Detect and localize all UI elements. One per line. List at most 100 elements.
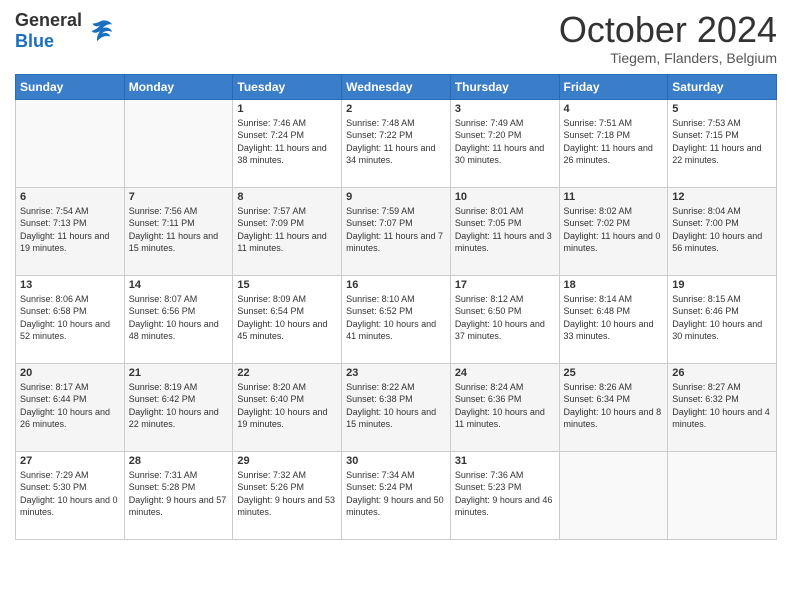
day-sunrise: Sunrise: 7:31 AM [129,470,198,480]
day-daylight: Daylight: 11 hours and 15 minutes. [129,231,218,254]
day-sunrise: Sunrise: 7:34 AM [346,470,415,480]
calendar-cell: 27 Sunrise: 7:29 AM Sunset: 5:30 PM Dayl… [16,451,125,539]
day-sunset: Sunset: 5:26 PM [237,482,304,492]
day-sunset: Sunset: 7:11 PM [129,218,195,228]
day-sunset: Sunset: 6:38 PM [346,394,413,404]
calendar-cell: 20 Sunrise: 8:17 AM Sunset: 6:44 PM Dayl… [16,363,125,451]
day-number: 16 [346,279,446,291]
day-sunrise: Sunrise: 7:46 AM [237,118,306,128]
logo-blue: Blue [15,31,54,51]
calendar-cell: 14 Sunrise: 8:07 AM Sunset: 6:56 PM Dayl… [124,275,233,363]
calendar-cell: 23 Sunrise: 8:22 AM Sunset: 6:38 PM Dayl… [342,363,451,451]
day-daylight: Daylight: 9 hours and 50 minutes. [346,495,444,518]
header-wednesday: Wednesday [342,74,451,99]
day-sunrise: Sunrise: 7:29 AM [20,470,89,480]
day-daylight: Daylight: 10 hours and 33 minutes. [564,319,654,342]
calendar-cell: 13 Sunrise: 8:06 AM Sunset: 6:58 PM Dayl… [16,275,125,363]
day-daylight: Daylight: 11 hours and 7 minutes. [346,231,443,254]
header-sunday: Sunday [16,74,125,99]
day-number: 20 [20,367,120,379]
day-sunrise: Sunrise: 8:19 AM [129,382,198,392]
day-number: 14 [129,279,229,291]
day-daylight: Daylight: 10 hours and 56 minutes. [672,231,762,254]
title-block: October 2024 Tiegem, Flanders, Belgium [559,10,777,66]
week-row-1: 1 Sunrise: 7:46 AM Sunset: 7:24 PM Dayli… [16,99,777,187]
day-sunrise: Sunrise: 8:24 AM [455,382,524,392]
day-daylight: Daylight: 10 hours and 45 minutes. [237,319,327,342]
day-sunrise: Sunrise: 8:22 AM [346,382,415,392]
day-sunset: Sunset: 6:40 PM [237,394,304,404]
day-number: 9 [346,191,446,203]
calendar-cell: 29 Sunrise: 7:32 AM Sunset: 5:26 PM Dayl… [233,451,342,539]
header-tuesday: Tuesday [233,74,342,99]
day-sunrise: Sunrise: 8:20 AM [237,382,306,392]
day-number: 26 [672,367,772,379]
day-daylight: Daylight: 10 hours and 19 minutes. [237,407,327,430]
day-sunrise: Sunrise: 7:56 AM [129,206,198,216]
day-sunset: Sunset: 6:44 PM [20,394,87,404]
day-number: 24 [455,367,555,379]
day-sunset: Sunset: 6:42 PM [129,394,196,404]
calendar-cell [16,99,125,187]
day-daylight: Daylight: 10 hours and 15 minutes. [346,407,436,430]
week-row-3: 13 Sunrise: 8:06 AM Sunset: 6:58 PM Dayl… [16,275,777,363]
day-daylight: Daylight: 10 hours and 0 minutes. [20,495,118,518]
day-daylight: Daylight: 11 hours and 0 minutes. [564,231,661,254]
logo-general: General [15,10,82,30]
day-daylight: Daylight: 10 hours and 8 minutes. [564,407,662,430]
day-number: 4 [564,103,664,115]
day-sunset: Sunset: 6:48 PM [564,306,631,316]
day-sunset: Sunset: 7:07 PM [346,218,413,228]
day-sunset: Sunset: 7:20 PM [455,130,522,140]
calendar-cell [559,451,668,539]
calendar-cell: 8 Sunrise: 7:57 AM Sunset: 7:09 PM Dayli… [233,187,342,275]
day-number: 11 [564,191,664,203]
day-sunset: Sunset: 6:52 PM [346,306,413,316]
day-daylight: Daylight: 11 hours and 26 minutes. [564,143,653,166]
day-number: 30 [346,455,446,467]
day-sunrise: Sunrise: 7:54 AM [20,206,89,216]
calendar-cell: 25 Sunrise: 8:26 AM Sunset: 6:34 PM Dayl… [559,363,668,451]
day-sunrise: Sunrise: 8:15 AM [672,294,741,304]
day-sunrise: Sunrise: 8:17 AM [20,382,89,392]
day-sunset: Sunset: 6:36 PM [455,394,522,404]
day-daylight: Daylight: 9 hours and 46 minutes. [455,495,553,518]
day-number: 3 [455,103,555,115]
day-number: 21 [129,367,229,379]
day-sunrise: Sunrise: 8:12 AM [455,294,524,304]
header-friday: Friday [559,74,668,99]
day-number: 10 [455,191,555,203]
day-sunset: Sunset: 5:28 PM [129,482,196,492]
day-daylight: Daylight: 10 hours and 41 minutes. [346,319,436,342]
day-sunset: Sunset: 7:00 PM [672,218,739,228]
day-sunrise: Sunrise: 7:57 AM [237,206,306,216]
header-monday: Monday [124,74,233,99]
day-number: 6 [20,191,120,203]
day-number: 27 [20,455,120,467]
calendar-cell: 12 Sunrise: 8:04 AM Sunset: 7:00 PM Dayl… [668,187,777,275]
day-daylight: Daylight: 11 hours and 3 minutes. [455,231,552,254]
day-number: 2 [346,103,446,115]
logo-text: General Blue [15,10,82,52]
day-daylight: Daylight: 11 hours and 19 minutes. [20,231,109,254]
day-daylight: Daylight: 11 hours and 22 minutes. [672,143,761,166]
day-number: 1 [237,103,337,115]
calendar-cell: 10 Sunrise: 8:01 AM Sunset: 7:05 PM Dayl… [450,187,559,275]
day-sunset: Sunset: 6:46 PM [672,306,739,316]
weekday-header-row: Sunday Monday Tuesday Wednesday Thursday… [16,74,777,99]
calendar-cell: 30 Sunrise: 7:34 AM Sunset: 5:24 PM Dayl… [342,451,451,539]
calendar-cell: 3 Sunrise: 7:49 AM Sunset: 7:20 PM Dayli… [450,99,559,187]
day-number: 5 [672,103,772,115]
calendar-cell: 17 Sunrise: 8:12 AM Sunset: 6:50 PM Dayl… [450,275,559,363]
day-sunrise: Sunrise: 8:06 AM [20,294,89,304]
day-sunset: Sunset: 5:23 PM [455,482,522,492]
day-sunset: Sunset: 7:18 PM [564,130,631,140]
calendar-table: Sunday Monday Tuesday Wednesday Thursday… [15,74,777,540]
day-daylight: Daylight: 10 hours and 37 minutes. [455,319,545,342]
day-sunset: Sunset: 7:15 PM [672,130,739,140]
week-row-2: 6 Sunrise: 7:54 AM Sunset: 7:13 PM Dayli… [16,187,777,275]
day-sunrise: Sunrise: 7:53 AM [672,118,741,128]
day-number: 28 [129,455,229,467]
day-sunset: Sunset: 6:56 PM [129,306,196,316]
day-number: 15 [237,279,337,291]
